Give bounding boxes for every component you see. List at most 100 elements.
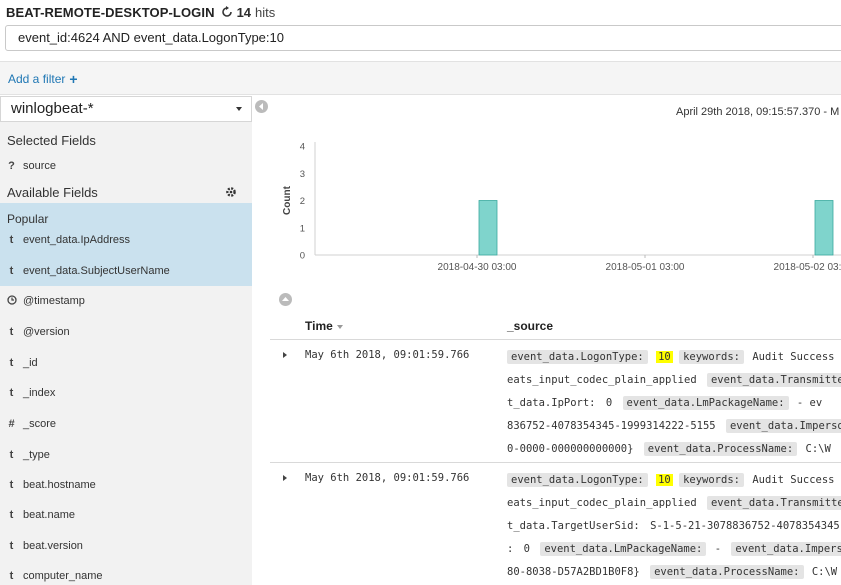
field-name: _type [23,449,50,461]
source-field-value: 0 [523,543,530,555]
field-item[interactable]: t _index [0,378,252,408]
source-field-key: event_data.LogonType: [507,350,648,364]
index-pattern-select[interactable]: winlogbeat-* [0,96,252,122]
string-type-icon: t [9,509,14,521]
string-type-icon: t [9,234,14,246]
time-column-label: Time [305,319,333,333]
source-field-value: t_data.TargetUserSid: [507,520,640,532]
source-field-value: 0 [605,397,613,409]
collapse-chart-button[interactable] [279,293,292,306]
field-name: beat.hostname [23,479,96,491]
sort-desc-icon[interactable] [336,324,343,329]
popular-label: Popular [7,212,49,226]
selected-field-source[interactable]: ? source [0,151,252,181]
histogram-chart: 0 1 2 3 4 Count 2018-04-30 03:00 2018-05-01 03:… [282,142,841,273]
table-header: Time _source [270,312,841,340]
field-name: event_data.SubjectUserName [23,265,170,277]
source-field-key: event_data.TransmittedServices: [706,496,841,510]
field-item[interactable]: # _score [0,409,252,439]
source-line: 0-0000-000000000000} event_data.ProcessN… [507,440,841,458]
expand-row-icon[interactable] [283,475,287,481]
field-name: beat.name [23,509,75,521]
field-item[interactable]: t event_data.IpAddress [0,225,252,255]
saved-search-header: BEAT-REMOTE-DESKTOP-LOGIN 14 hits [0,0,841,24]
reset-search-icon[interactable] [220,5,234,19]
expand-row-icon[interactable] [283,352,287,358]
field-name: _id [23,357,38,369]
gear-icon[interactable] [225,186,237,198]
selected-fields-title: Selected Fields [7,133,96,148]
string-type-icon: t [9,479,14,491]
string-type-icon: t [9,265,14,277]
field-item[interactable]: t _id [0,348,252,378]
plus-icon: + [69,71,78,87]
source-line: eats_input_codec_plain_applied event_dat… [507,371,841,389]
source-field-value: - [714,543,722,555]
field-type-icon: ? [8,160,15,172]
source-field-key: event_data.ProcessName: [643,442,798,456]
x-tick-label: 2018-05-01 03:00 [606,262,685,273]
string-type-icon: t [9,357,14,369]
field-item[interactable]: t computer_name [0,561,252,585]
histogram-bar [814,200,834,256]
field-item[interactable]: @timestamp [0,286,252,316]
source-line: 836752-4078354345-1999314222-5155 event_… [507,417,841,435]
number-type-icon: # [8,418,15,430]
field-item[interactable]: t event_data.SubjectUserName [0,256,252,286]
source-line: : 0 event_data.LmPackageName: - event_da… [507,540,841,558]
source-line: t_data.IpPort: 0 event_data.LmPackageNam… [507,394,841,412]
source-field-value: 0-0000-000000000000} [507,443,634,455]
field-name: _index [23,387,56,399]
add-filter-label: Add a filter [8,72,66,86]
field-item[interactable]: t @version [0,317,252,347]
field-name: @timestamp [23,295,85,307]
query-input[interactable]: event_id:4624 AND event_data.LogonType:1… [5,25,841,51]
clock-icon [0,294,23,308]
time-range: April 29th 2018, 09:15:57.370 - M [676,106,840,118]
string-type-icon: t [9,540,14,552]
hits-count: 14 [236,4,252,20]
source-field-value: Audit Success [752,351,835,363]
y-axis-label: Count [282,185,293,215]
field-item[interactable]: t beat.version [0,531,252,561]
string-type-icon: t [9,449,14,461]
field-name: source [23,160,57,172]
source-field-value: 836752-4078354345-1999314222-5155 [507,420,716,432]
source-field-key: event_data.LmPackageName: [540,542,707,556]
field-item[interactable]: t _type [0,440,252,470]
x-tick-label: 2018-05-02 03:00 [774,262,841,273]
source-field-value: C:\W [805,443,831,455]
y-tick-label: 0 [300,251,305,262]
string-type-icon: t [9,326,14,338]
source-field-key: event_data.ImpersonationLevel: [725,419,841,433]
saved-search-title: BEAT-REMOTE-DESKTOP-LOGIN [6,4,215,20]
source-field-key: event_data.LogonType: [507,473,648,487]
source-field-value: 80-8038-D57A2BD1B0F8} [507,566,640,578]
field-sidebar: winlogbeat-* Selected Fields ? source Av… [0,96,252,585]
field-name: event_data.IpAddress [23,234,131,246]
source-field-value: eats_input_codec_plain_applied [507,497,697,509]
collapse-sidebar-button[interactable] [255,100,268,113]
source-field-value: : [507,543,514,555]
highlighted-value: 10 [656,474,673,486]
y-tick-label: 1 [300,223,305,234]
table-row: May 6th 2018, 09:01:59.766 event_data.Log… [270,340,841,463]
source-line: eats_input_codec_plain_applied event_dat… [507,494,841,512]
field-item[interactable]: t beat.name [0,500,252,530]
source-line: event_data.LogonType: 10 keywords: Audit… [507,471,841,489]
field-item[interactable]: t beat.hostname [0,470,252,500]
time-column-header[interactable]: Time [305,319,343,333]
source-field-key: event_data.ImpersonationLevel: [731,542,841,556]
row-timestamp: May 6th 2018, 09:01:59.766 [305,349,470,361]
source-line: event_data.LogonType: 10 keywords: Audit… [507,348,841,366]
y-tick-label: 2 [300,196,305,207]
source-line: t_data.TargetUserSid: S-1-5-21-307883675… [507,517,841,535]
field-name: @version [23,326,70,338]
source-line: 80-8038-D57A2BD1B0F8} event_data.Process… [507,563,841,581]
highlighted-value: 10 [656,351,673,363]
x-tick-label: 2018-04-30 03:00 [438,262,517,273]
source-field-value: eats_input_codec_plain_applied [507,374,697,386]
add-filter-button[interactable]: Add a filter + [8,71,78,87]
source-field-value: t_data.IpPort: [507,397,596,409]
row-timestamp: May 6th 2018, 09:01:59.766 [305,472,470,484]
